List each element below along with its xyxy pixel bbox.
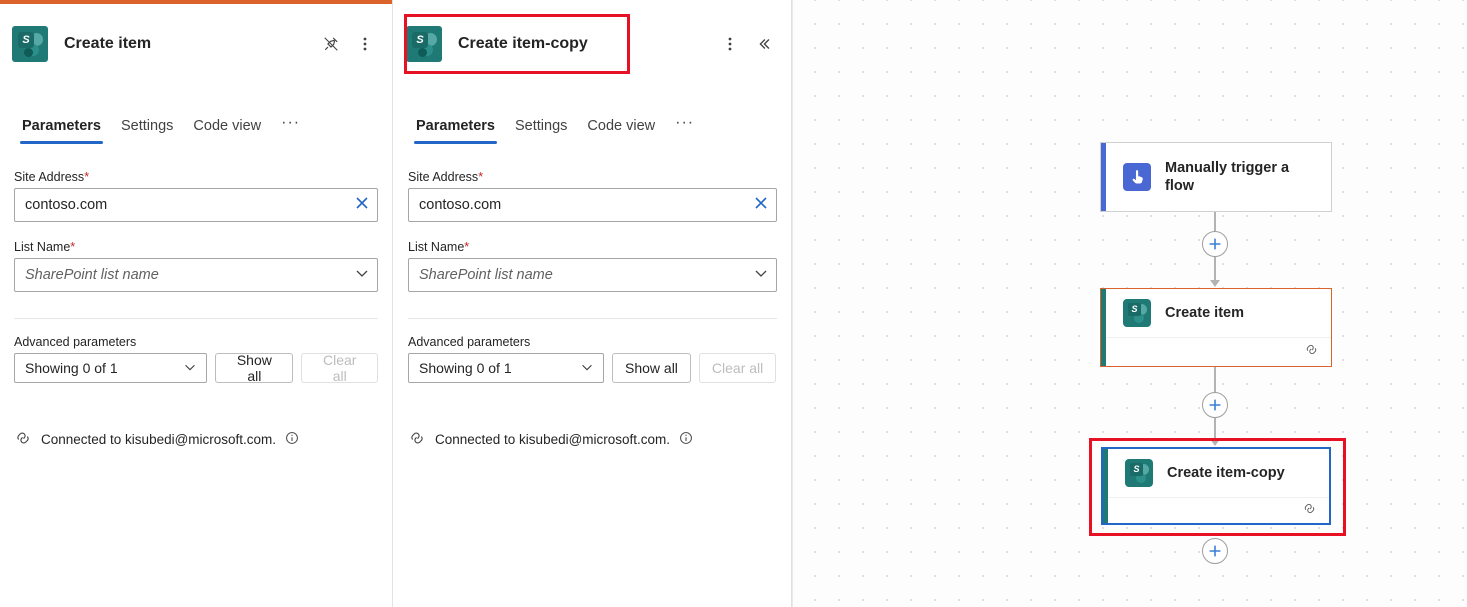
flow-connector: [1214, 418, 1216, 441]
tab-code-view[interactable]: Code view: [183, 118, 271, 144]
flow-arrow-icon: [1210, 280, 1220, 287]
unpin-icon[interactable]: [316, 29, 346, 59]
advanced-showing-select[interactable]: Showing 0 of 1: [408, 353, 604, 383]
clear-all-button: Clear all: [301, 352, 378, 384]
list-name-label: List Name*: [14, 240, 76, 254]
form-divider: [408, 318, 777, 319]
parameters-form: Site Address* contoso.com List Name* Sha…: [394, 170, 791, 450]
info-icon[interactable]: [285, 431, 299, 448]
site-address-label: Site Address*: [14, 170, 90, 184]
sharepoint-icon: S: [406, 26, 442, 62]
advanced-parameters-row: Showing 0 of 1 Show all Clear all: [14, 352, 378, 384]
tab-overflow-icon[interactable]: ···: [665, 114, 704, 144]
show-all-button[interactable]: Show all: [215, 352, 294, 384]
panel-header: S Create item-copy: [394, 18, 791, 70]
connection-text: Connected to kisubedi@microsoft.com.: [41, 432, 277, 447]
parameters-form: Site Address* contoso.com List Name* Sha…: [0, 170, 392, 450]
site-address-input[interactable]: contoso.com: [408, 188, 777, 222]
add-step-button[interactable]: [1202, 231, 1228, 257]
show-all-button[interactable]: Show all: [612, 353, 691, 383]
add-step-button[interactable]: [1202, 538, 1228, 564]
action-panel-create-item: S Create item Parameters Settings Code v…: [0, 0, 393, 607]
clear-icon[interactable]: [752, 194, 770, 217]
panel-accent-bar: [0, 0, 392, 4]
link-icon: [1302, 501, 1317, 521]
node-label: Create item-copy: [1167, 464, 1285, 481]
node-label: Create item: [1165, 304, 1244, 321]
add-step-button[interactable]: [1202, 392, 1228, 418]
more-options-icon[interactable]: [715, 29, 745, 59]
node-accent-bar: [1101, 143, 1106, 211]
tab-parameters[interactable]: Parameters: [406, 118, 505, 144]
panel-title: Create item: [64, 35, 152, 52]
panel-title: Create item-copy: [458, 35, 588, 52]
sharepoint-icon: S: [12, 26, 48, 62]
panel-header: S Create item: [0, 18, 392, 70]
node-label: Manually trigger a flow: [1165, 159, 1290, 194]
node-accent-bar: [1103, 449, 1108, 523]
clear-all-button: Clear all: [698, 353, 777, 383]
link-icon: [1304, 342, 1319, 362]
link-icon: [408, 429, 426, 450]
flow-arrow-icon: [1210, 439, 1220, 446]
tab-overflow-icon[interactable]: ···: [271, 114, 310, 144]
node-accent-bar: [1101, 289, 1106, 366]
chevron-down-icon[interactable]: [353, 264, 371, 287]
clear-icon[interactable]: [353, 194, 371, 217]
list-name-label: List Name*: [408, 240, 470, 254]
link-icon: [14, 429, 32, 450]
advanced-parameters-label: Advanced parameters: [408, 335, 531, 349]
chevron-down-icon: [182, 359, 198, 378]
form-divider: [14, 318, 378, 319]
flow-node-create-item-copy[interactable]: S Create item-copy: [1101, 447, 1331, 525]
site-address-input[interactable]: contoso.com: [14, 188, 378, 222]
tab-settings[interactable]: Settings: [111, 118, 183, 144]
advanced-parameters-row: Showing 0 of 1 Show all Clear all: [408, 353, 777, 383]
connection-status: Connected to kisubedi@microsoft.com.: [408, 429, 777, 450]
list-name-dropdown[interactable]: SharePoint list name: [14, 258, 378, 292]
info-icon[interactable]: [679, 431, 693, 448]
advanced-parameters-label: Advanced parameters: [14, 335, 137, 349]
list-name-dropdown[interactable]: SharePoint list name: [408, 258, 777, 292]
manual-trigger-icon: [1123, 163, 1151, 191]
connection-text: Connected to kisubedi@microsoft.com.: [435, 432, 671, 447]
panel-header-actions: [715, 29, 779, 59]
node-footer: [1101, 337, 1331, 366]
sharepoint-icon: S: [1125, 459, 1153, 487]
panel-tabs: Parameters Settings Code view ···: [394, 100, 791, 144]
tab-parameters[interactable]: Parameters: [12, 118, 111, 144]
chevron-down-icon[interactable]: [752, 264, 770, 287]
node-footer: [1103, 497, 1329, 523]
site-address-label: Site Address*: [408, 170, 484, 184]
collapse-icon[interactable]: [749, 29, 779, 59]
action-panel-create-item-copy: S Create item-copy Parameters Settings C…: [394, 0, 792, 607]
app-root: S Create item Parameters Settings Code v…: [0, 0, 1467, 607]
flow-node-manual-trigger[interactable]: Manually trigger a flow: [1100, 142, 1332, 212]
tab-code-view[interactable]: Code view: [577, 118, 665, 144]
flow-connector: [1214, 257, 1216, 282]
connection-status: Connected to kisubedi@microsoft.com.: [14, 429, 378, 450]
chevron-down-icon: [579, 359, 595, 378]
flow-node-create-item[interactable]: S Create item: [1100, 288, 1332, 367]
panel-header-actions: [316, 29, 380, 59]
sharepoint-icon: S: [1123, 299, 1151, 327]
more-options-icon[interactable]: [350, 29, 380, 59]
tab-settings[interactable]: Settings: [505, 118, 577, 144]
advanced-showing-select[interactable]: Showing 0 of 1: [14, 353, 208, 383]
flow-canvas[interactable]: Manually trigger a flow S Create item S …: [792, 0, 1467, 607]
flow-connector: [1214, 367, 1216, 394]
panel-tabs: Parameters Settings Code view ···: [0, 100, 392, 144]
